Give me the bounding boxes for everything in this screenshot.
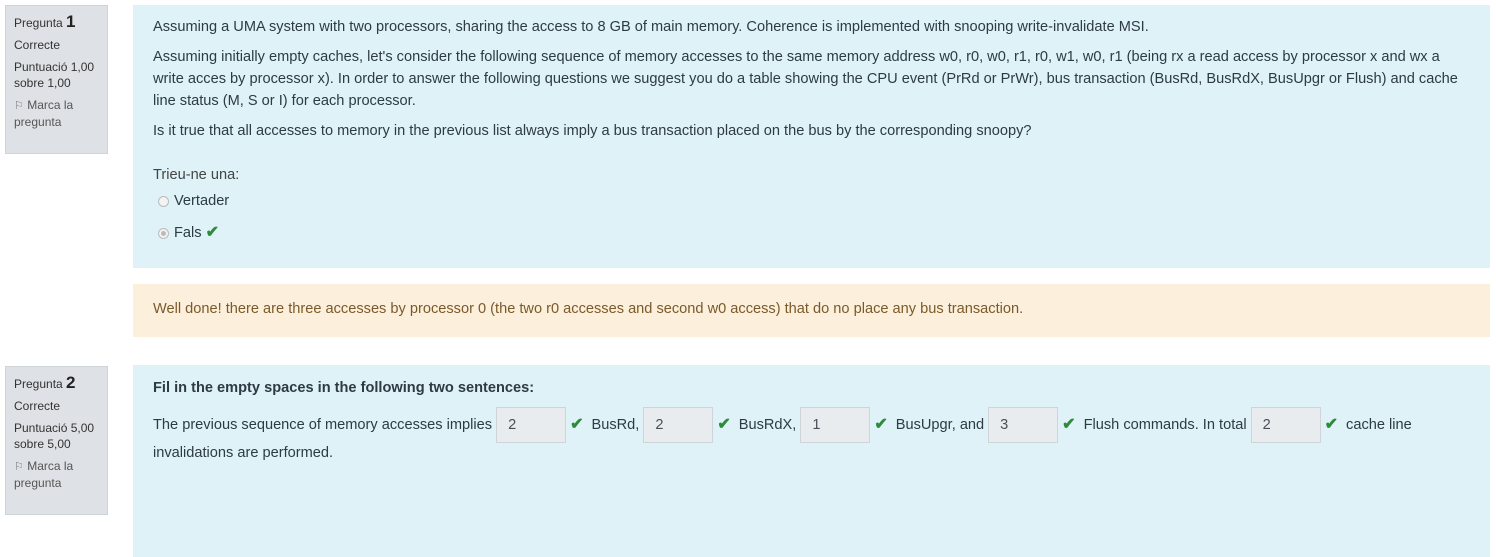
blank-busrdx-input[interactable]: 2: [643, 407, 714, 443]
correct-check-icon: ✔: [1062, 416, 1076, 433]
radio-vertader[interactable]: [158, 195, 169, 207]
correct-check-icon: ✔: [717, 416, 731, 433]
flag-icon: ⚐: [14, 461, 24, 473]
option-fals-label: Fals: [174, 225, 202, 241]
blank-3-suffix: BusUpgr, and: [895, 417, 985, 433]
blank-invalidations-input[interactable]: 2: [1250, 407, 1321, 443]
option-vertader-label: Vertader: [174, 193, 230, 209]
blank-flush-input[interactable]: 3: [988, 407, 1059, 443]
question-2-number: Pregunta 2: [14, 373, 76, 392]
sentence-start: The previous sequence of memory accesses…: [153, 417, 493, 433]
correct-check-icon: ✔: [570, 416, 584, 433]
sentence-end: invalidations are performed.: [153, 445, 334, 461]
question-1-grade: Puntuació 1,00 sobre 1,00: [14, 60, 95, 90]
question-2-heading: Fil in the empty spaces in the following…: [153, 380, 535, 396]
correct-check-icon: ✔: [874, 416, 888, 433]
answer-prompt: Trieu-ne una:: [153, 167, 240, 183]
blank-2-suffix: BusRdX,: [738, 417, 797, 433]
correct-check-icon: ✔: [1324, 416, 1339, 433]
radio-fals[interactable]: [158, 227, 169, 239]
question-2-state: Correcte: [14, 399, 61, 413]
blank-4-suffix: Flush commands. In total: [1083, 417, 1247, 433]
question-1-text-1: Assuming a UMA system with two processor…: [153, 19, 1149, 35]
option-fals[interactable]: Fals ✔: [153, 221, 1470, 245]
blank-5-suffix: cache line: [1346, 417, 1412, 433]
question-2-info: Pregunta 2 Correcte Puntuació 5,00 sobre …: [5, 366, 108, 515]
question-1-text-3: Is it true that all accesses to memory i…: [153, 123, 1032, 139]
question-1-number: Pregunta 1: [14, 12, 76, 31]
question-1-content: Assuming a UMA system with two processor…: [133, 5, 1490, 268]
question-2-grade: Puntuació 5,00 sobre 5,00: [14, 421, 95, 451]
question-1-text-2: Assuming initially empty caches, let's c…: [153, 49, 1458, 109]
fill-in-sentence: The previous sequence of memory accesses…: [153, 406, 1470, 444]
correct-check-icon: ✔: [205, 224, 219, 241]
question-1-info: Pregunta 1 Correcte Puntuació 1,00 sobre …: [5, 5, 108, 154]
flag-question-2-link[interactable]: ⚐ Marca la pregunta: [14, 458, 99, 491]
flag-icon: ⚐: [14, 100, 24, 112]
question-1-state: Correcte: [14, 38, 61, 52]
feedback-text: Well done! there are three accesses by p…: [153, 301, 1024, 317]
flag-question-1-link[interactable]: ⚐ Marca la pregunta: [14, 97, 99, 130]
question-2-content: Fil in the empty spaces in the following…: [133, 365, 1490, 557]
blank-busrd-input[interactable]: 2: [496, 407, 567, 443]
blank-busupgr-input[interactable]: 1: [800, 407, 871, 443]
blank-1-suffix: BusRd,: [591, 417, 640, 433]
question-1-feedback: Well done! there are three accesses by p…: [133, 284, 1490, 337]
option-vertader[interactable]: Vertader: [153, 189, 1470, 213]
